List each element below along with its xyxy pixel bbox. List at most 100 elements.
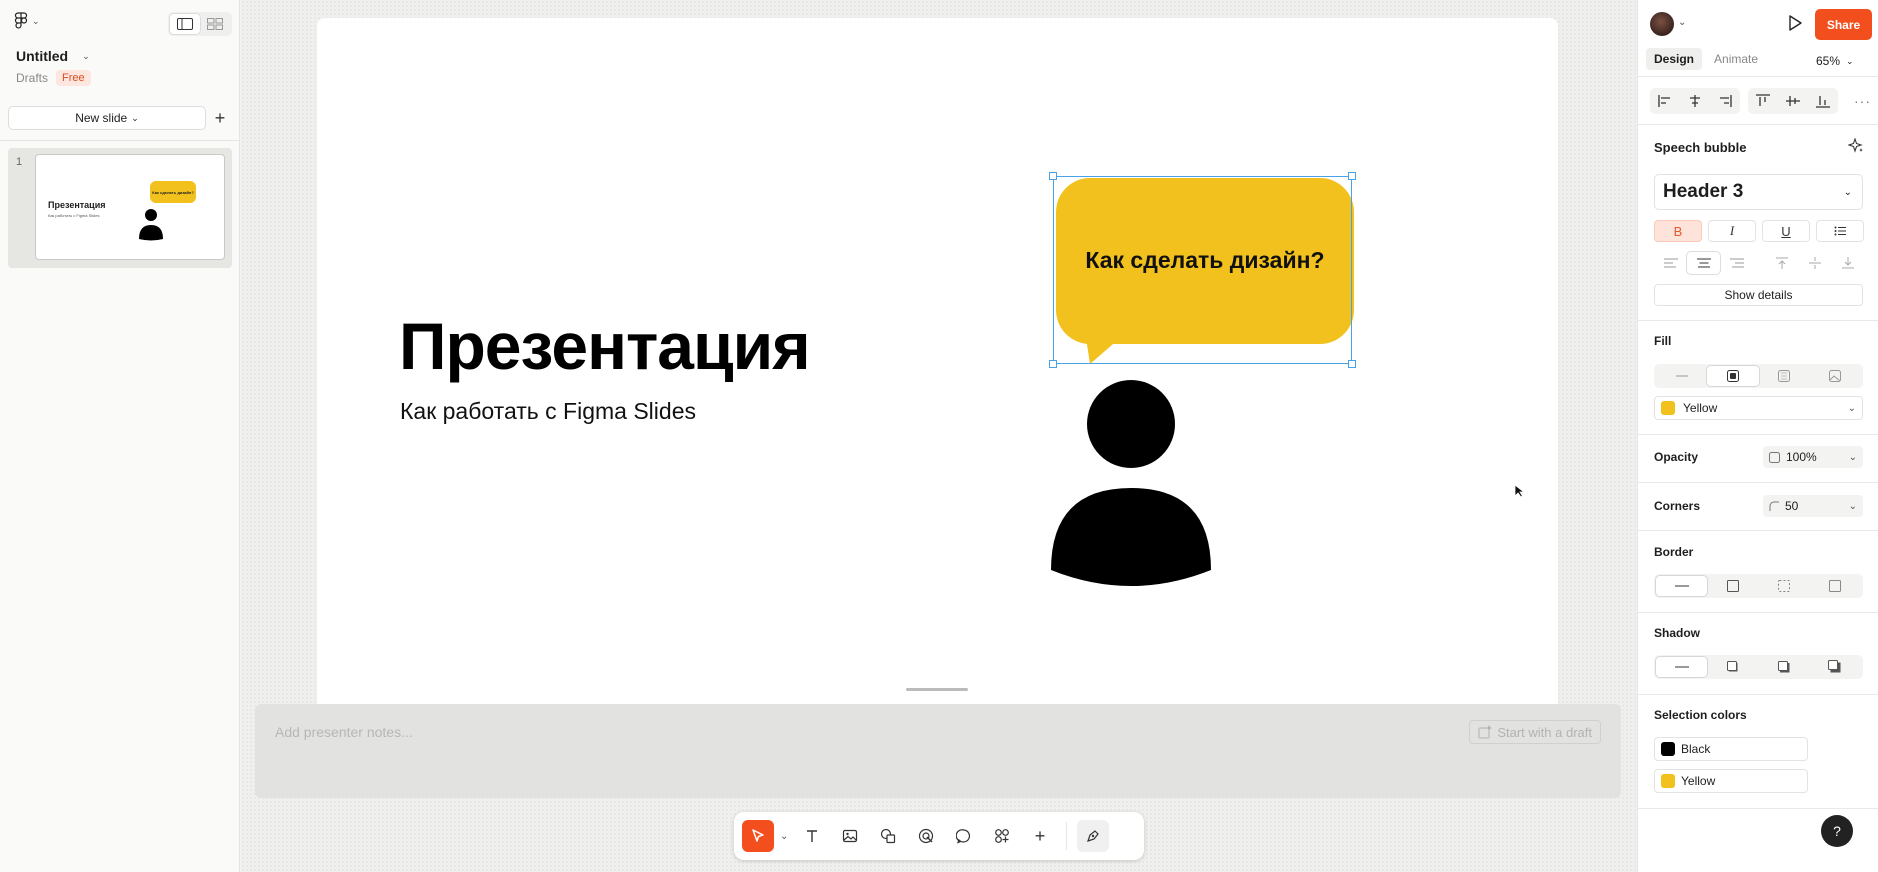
vertical-text-align-group — [1765, 252, 1864, 274]
divider — [1638, 482, 1878, 483]
slide-thumbnail: Презентация Как работать с Figma Slides … — [35, 154, 225, 260]
play-icon[interactable] — [1786, 14, 1804, 32]
fill-gradient-button[interactable] — [1759, 366, 1810, 386]
more-options-icon[interactable]: ··· — [1854, 93, 1871, 109]
notes-resize-grip[interactable] — [906, 688, 968, 691]
shadow-medium-button[interactable] — [1759, 657, 1810, 677]
paragraph-align-row — [1654, 252, 1876, 274]
pen-tool-icon — [1087, 830, 1099, 842]
selection-color-black[interactable]: Black — [1654, 737, 1808, 761]
divider — [1638, 434, 1878, 435]
divider — [1638, 76, 1878, 77]
text-style-value: Header 3 — [1663, 181, 1744, 202]
text-align-center-button[interactable] — [1687, 252, 1720, 274]
shadow-small-button[interactable] — [1707, 657, 1758, 677]
fill-color-select[interactable]: Yellow ⌄ — [1654, 396, 1863, 420]
resize-handle[interactable] — [1049, 360, 1057, 368]
list-button[interactable] — [1816, 220, 1864, 242]
dev-mode-button[interactable] — [1077, 820, 1109, 852]
align-bottom-button[interactable] — [1808, 88, 1838, 114]
comment-tool-button[interactable] — [948, 820, 980, 852]
slide-title[interactable]: Презентация — [399, 308, 811, 384]
slide-subtitle[interactable]: Как работать с Figma Slides — [400, 398, 696, 425]
sparkle-icon[interactable] — [1848, 138, 1864, 154]
text-middle-button[interactable] — [1798, 252, 1831, 274]
align-center-h-button[interactable] — [1680, 88, 1710, 114]
resize-handle[interactable] — [1348, 172, 1356, 180]
slide-thumbnail-item[interactable]: 1 Презентация Как работать с Figma Slide… — [8, 148, 232, 268]
shadow-none-button[interactable] — [1656, 657, 1708, 677]
layer-name: Speech bubble — [1654, 140, 1747, 155]
align-middle-button[interactable] — [1778, 88, 1808, 114]
share-button[interactable]: Share — [1815, 9, 1872, 40]
chevron-down-icon: ⌄ — [1846, 55, 1854, 66]
fill-image-button[interactable] — [1810, 366, 1861, 386]
new-slide-button[interactable]: New slide ⌄ — [8, 106, 206, 130]
selection-color-name: Yellow — [1681, 774, 1716, 788]
plus-icon: + — [1034, 825, 1046, 846]
show-details-button[interactable]: Show details — [1654, 284, 1863, 306]
shapes-icon — [880, 828, 896, 844]
corners-input[interactable]: 50 ⌄ — [1763, 495, 1863, 517]
corners-value: 50 — [1785, 499, 1799, 513]
resize-handle[interactable] — [1348, 360, 1356, 368]
start-with-draft-button[interactable]: Start with a draft — [1469, 720, 1601, 744]
presenter-notes[interactable]: Add presenter notes... Start with a draf… — [255, 704, 1621, 798]
move-tool-button[interactable] — [742, 820, 774, 852]
text-format-row: B I U — [1654, 220, 1864, 242]
fill-none-button[interactable] — [1656, 366, 1707, 386]
single-view-button[interactable] — [170, 14, 200, 34]
widgets-tool-button[interactable] — [986, 820, 1018, 852]
text-style-select[interactable]: Header 3 ⌄ — [1654, 174, 1863, 210]
none-line-icon — [1674, 666, 1689, 668]
image-tool-button[interactable] — [834, 820, 866, 852]
main-menu-button[interactable]: ⌄ — [14, 12, 40, 30]
bold-button[interactable]: B — [1654, 220, 1702, 242]
border-thin-button[interactable] — [1810, 576, 1861, 596]
shadow-large-button[interactable] — [1810, 657, 1861, 677]
zoom-control[interactable]: 65% ⌄ — [1816, 54, 1854, 68]
tab-design[interactable]: Design — [1646, 48, 1703, 70]
underline-button[interactable]: U — [1762, 220, 1810, 242]
text-align-right-button[interactable] — [1720, 252, 1753, 274]
italic-button[interactable]: I — [1708, 220, 1756, 242]
align-left-button[interactable] — [1650, 88, 1680, 114]
chevron-down-icon[interactable]: ⌄ — [780, 831, 790, 842]
border-solid-button[interactable] — [1707, 576, 1758, 596]
text-align-right-icon — [1729, 258, 1744, 268]
tab-animate[interactable]: Animate — [1706, 48, 1766, 70]
add-tool-button[interactable]: + — [1024, 820, 1056, 852]
shadow-title: Shadow — [1654, 626, 1701, 640]
text-top-button[interactable] — [1765, 252, 1798, 274]
canvas[interactable]: Презентация Как работать с Figma Slides … — [241, 0, 1637, 872]
file-location[interactable]: Drafts — [16, 71, 48, 85]
chevron-down-icon: ⌄ — [1848, 500, 1857, 512]
corners-label: Corners — [1654, 499, 1701, 513]
border-none-button[interactable] — [1656, 576, 1708, 596]
border-dashed-button[interactable] — [1759, 576, 1810, 596]
resize-handle[interactable] — [1049, 172, 1057, 180]
shapes-tool-button[interactable] — [872, 820, 904, 852]
help-button[interactable]: ? — [1821, 815, 1853, 847]
text-bottom-button[interactable] — [1831, 252, 1864, 274]
selection-color-yellow[interactable]: Yellow — [1654, 769, 1808, 793]
add-slide-button[interactable]: + — [208, 106, 232, 130]
person-icon[interactable] — [1049, 380, 1213, 594]
fill-solid-button[interactable] — [1707, 366, 1759, 386]
avatar[interactable] — [1650, 12, 1674, 36]
opacity-input[interactable]: 100% ⌄ — [1763, 446, 1863, 468]
interactive-tool-button[interactable] — [910, 820, 942, 852]
toolbar-separator — [1066, 822, 1067, 850]
properties-panel: ⌄ Share Design Animate 65% ⌄ ··· Speech … — [1637, 0, 1878, 872]
text-align-left-button[interactable] — [1654, 252, 1687, 274]
grid-view-button[interactable] — [200, 14, 230, 34]
align-right-button[interactable] — [1710, 88, 1740, 114]
chevron-down-icon[interactable]: ⌄ — [1678, 17, 1686, 28]
corners-row: Corners 50 ⌄ — [1654, 494, 1863, 518]
text-tool-button[interactable] — [796, 820, 828, 852]
file-name-menu[interactable]: Untitled ⌄ — [16, 48, 90, 64]
shadow-large-icon — [1828, 660, 1841, 673]
slide-frame[interactable]: Презентация Как работать с Figma Slides … — [317, 18, 1558, 718]
align-top-button[interactable] — [1748, 88, 1778, 114]
plan-badge[interactable]: Free — [56, 70, 91, 86]
